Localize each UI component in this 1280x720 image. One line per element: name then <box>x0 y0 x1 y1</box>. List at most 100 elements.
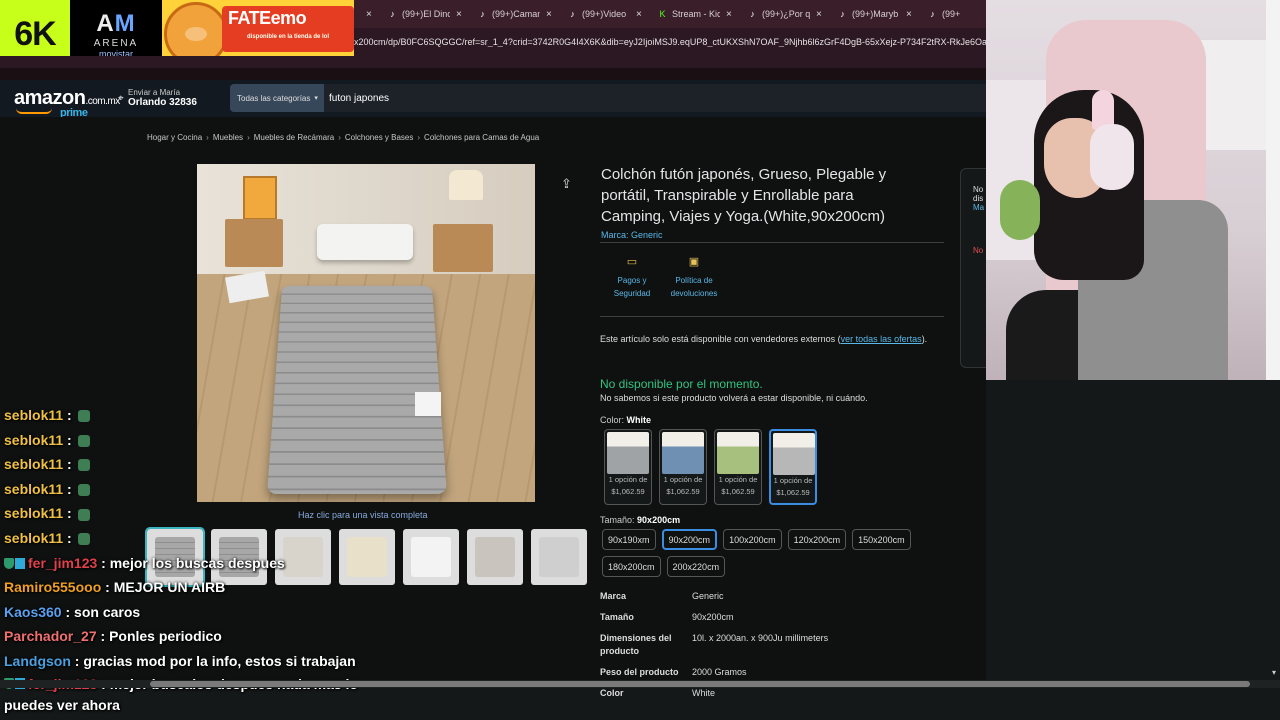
chat-colon: : <box>63 480 76 497</box>
swatch-image <box>662 432 704 474</box>
swatch-price: $1,062.59 <box>611 487 645 496</box>
badge-label: Política de devoluciones <box>670 276 718 298</box>
close-icon[interactable]: × <box>726 9 736 20</box>
tiktok-icon: ♪ <box>480 8 485 19</box>
category-select[interactable]: Todas las categorías ▾ <box>230 84 324 112</box>
chat-text: Ponles periodico <box>109 628 222 645</box>
size-label-key: Tamaño: <box>600 515 635 525</box>
brand-link[interactable]: Marca: Generic <box>601 230 663 240</box>
breadcrumb: Hogar y Cocina › Muebles › Muebles de Recáma… <box>147 133 539 142</box>
emote-icon <box>77 434 90 447</box>
browser-tab[interactable]: ♪ (99+)Maryb × <box>832 0 922 28</box>
address-bar[interactable]: x200cm/dp/B0FC6SQGGC/ref=sr_1_4?crid=374… <box>354 28 986 56</box>
close-icon[interactable]: × <box>906 9 916 20</box>
amazon-logo-tld: .com.mx <box>85 96 120 107</box>
chat-username[interactable]: seblok11 <box>4 456 63 472</box>
spec-key: Dimensiones del producto <box>600 633 672 656</box>
share-icon[interactable]: ⇪ <box>561 176 575 191</box>
thumbnail-image <box>411 537 451 577</box>
see-all-offers-link[interactable]: ver todas las ofertas <box>841 334 922 344</box>
color-swatch[interactable]: 1 opción de $1,062.59 <box>769 429 817 505</box>
size-option[interactable]: 90x190xm <box>602 529 656 550</box>
color-swatch[interactable]: 1 opción de $1,062.59 <box>714 429 762 505</box>
size-option[interactable]: 150x200cm <box>852 529 911 550</box>
url-text[interactable]: x200cm/dp/B0FC6SQGGC/ref=sr_1_4?crid=374… <box>354 37 986 47</box>
chat-colon: : <box>97 554 110 571</box>
chat-message: Kaos360 : son caros <box>4 600 404 625</box>
color-swatch[interactable]: 1 opción de $1,062.59 <box>604 429 652 505</box>
chat-username[interactable]: seblok11 <box>4 432 63 448</box>
breadcrumb-item[interactable]: Colchones y Bases <box>345 133 413 142</box>
color-label: Color: White <box>600 415 651 425</box>
spec-value: 10l. x 2000an. x 900Ju millimeters <box>692 633 829 643</box>
chat-username[interactable]: seblok11 <box>4 407 63 423</box>
close-icon[interactable]: × <box>546 9 556 20</box>
close-icon[interactable]: × <box>636 9 646 20</box>
deliver-to[interactable]: ⌖ Enviar a María Orlando 32836 <box>118 88 197 108</box>
spec-key: Tamaño <box>600 612 634 622</box>
image-pillow <box>317 224 413 260</box>
emote-icon <box>77 533 90 546</box>
size-option[interactable]: 200x220cm <box>666 556 726 577</box>
color-swatch[interactable]: 1 opción de $1,062.59 <box>659 429 707 505</box>
swatch-line1: 1 opción de <box>608 475 648 484</box>
size-option[interactable]: 100x200cm <box>723 529 782 550</box>
close-icon[interactable]: × <box>456 9 466 20</box>
chat-colon: : <box>63 456 76 473</box>
thumbnail[interactable] <box>531 529 587 585</box>
badge-label: Pagos y Seguridad <box>613 276 651 298</box>
tab-label: (99+)¿Por qu <box>762 9 810 19</box>
thumbnail[interactable] <box>467 529 523 585</box>
chat-username[interactable]: seblok11 <box>4 481 63 497</box>
chat-username[interactable]: seblok11 <box>4 505 63 521</box>
close-icon[interactable]: × <box>816 9 826 20</box>
chat-username[interactable]: Ramiro555ooo <box>4 579 101 595</box>
browser-tab[interactable]: ♪ (99+)Caman × <box>472 0 562 28</box>
chat-username[interactable]: Landgson <box>4 653 71 669</box>
chat-message: seblok11 : <box>4 477 404 502</box>
size-option[interactable]: 120x200cm <box>787 529 847 550</box>
browser-tab[interactable]: ♪ (99+)¿Por qu × <box>742 0 832 28</box>
breadcrumb-separator: › <box>417 133 421 142</box>
search-input[interactable]: futon japones <box>324 84 986 112</box>
screen: 6K AM ARENA movistar FATEemo disponible … <box>0 0 1280 720</box>
notice-end: ). <box>921 334 928 344</box>
size-option[interactable]: 180x200cm <box>602 556 661 577</box>
breadcrumb-item[interactable]: Hogar y Cocina <box>147 133 202 142</box>
divider <box>600 316 944 317</box>
chat-colon: : <box>63 529 76 546</box>
chat-username[interactable]: Parchador_27 <box>4 628 97 644</box>
browser-tab[interactable]: ♪(99+× <box>922 0 986 28</box>
color-label-key: Color: <box>600 415 625 425</box>
breadcrumb-item[interactable]: Colchones para Camas de Agua <box>424 133 539 142</box>
size-option[interactable]: 90x200cm <box>661 529 718 550</box>
close-icon[interactable]: × <box>366 9 376 20</box>
browser-tab[interactable]: K Stream - Kic × <box>652 0 742 28</box>
horizontal-scrollbar[interactable] <box>0 680 1280 688</box>
return-policy-badge[interactable]: ▣ Política de devoluciones <box>664 256 724 300</box>
amazon-logo[interactable]: amazon.com.mx prime <box>14 87 120 119</box>
chat-colon: : <box>70 652 84 669</box>
scroll-down-icon[interactable]: ▾ <box>1272 668 1276 677</box>
browser-tab[interactable]: ♪ (99+)Video × <box>562 0 652 28</box>
tiktok-icon: ♪ <box>750 8 755 19</box>
breadcrumb-item[interactable]: Muebles de Recámara <box>254 133 334 142</box>
breadcrumb-item[interactable]: Muebles <box>213 133 243 142</box>
buybox-text: No <box>973 185 984 194</box>
browser-tab[interactable]: × <box>354 0 382 28</box>
thumbnail-image <box>475 537 515 577</box>
emote-icon <box>77 508 90 521</box>
scrollbar-thumb[interactable] <box>150 681 1250 687</box>
browser-tab[interactable]: ♪ (99+)El Dino × <box>382 0 472 28</box>
chat-username[interactable]: fer_jim123 <box>28 555 97 571</box>
color-swatches: 1 opción de $1,062.59 1 opción de $1,062.59… <box>604 429 817 505</box>
thumbnail[interactable] <box>403 529 459 585</box>
emote-icon <box>77 459 90 472</box>
payment-security-badge[interactable]: ▭ Pagos y Seguridad <box>602 256 662 300</box>
spec-value: White <box>692 688 716 698</box>
tab-label: (99+)El Dino <box>402 9 450 19</box>
chat-username[interactable]: Kaos360 <box>4 604 62 620</box>
product-specs: Marca Generic Tamaño 90x200cm Dimensiones de… <box>600 590 828 708</box>
chat-text: MEJOR UN AIRB <box>113 579 226 596</box>
chat-username[interactable]: seblok11 <box>4 530 63 546</box>
